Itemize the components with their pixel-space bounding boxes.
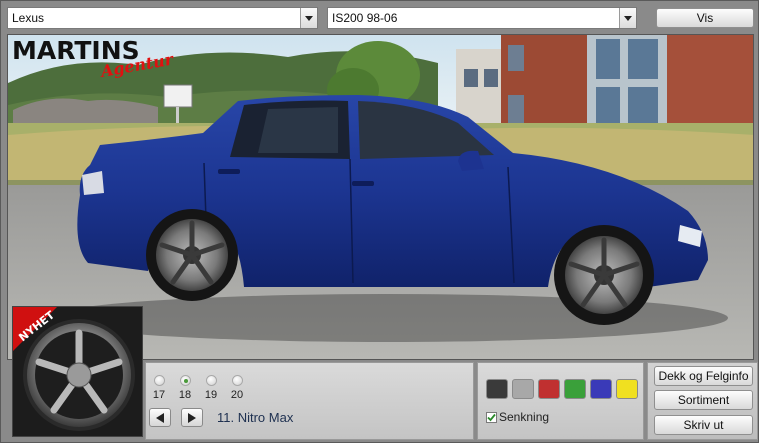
make-select-value: Lexus (12, 11, 45, 25)
lowering-label: Senkning (499, 410, 550, 424)
size-option-19[interactable]: 19 (199, 375, 223, 401)
size-label: 18 (178, 389, 192, 401)
radio-icon[interactable] (205, 375, 217, 386)
chevron-down-icon[interactable] (300, 8, 317, 28)
wheel-thumbnail[interactable]: NYHET (12, 306, 143, 437)
previous-wheel-button[interactable] (149, 408, 171, 427)
model-select[interactable]: IS200 98-06 (327, 7, 637, 29)
make-select[interactable]: Lexus (7, 7, 318, 29)
show-button[interactable]: Vis (656, 8, 754, 28)
size-option-20[interactable]: 20 (225, 375, 249, 401)
size-label: 20 (230, 389, 244, 401)
radio-icon[interactable] (153, 375, 165, 386)
checkbox-box[interactable] (486, 411, 497, 423)
size-label: 19 (204, 389, 218, 401)
color-swatch-blue[interactable] (590, 379, 612, 399)
model-select-value: IS200 98-06 (332, 11, 398, 25)
lowering-checkbox[interactable]: Senkning (486, 410, 549, 424)
size-option-18[interactable]: 18 (173, 375, 197, 401)
next-wheel-button[interactable] (181, 408, 203, 427)
color-panel: Senkning (477, 362, 644, 440)
color-swatch-yellow[interactable] (616, 379, 638, 399)
color-swatch-green[interactable] (564, 379, 586, 399)
color-swatch-red[interactable] (538, 379, 560, 399)
chevron-down-icon[interactable] (619, 8, 636, 28)
wheel-name: 11. Nitro Max (217, 410, 294, 425)
radio-icon[interactable] (231, 375, 243, 386)
triangle-right-icon (188, 412, 196, 423)
radio-selected-icon[interactable] (179, 375, 191, 386)
color-swatch-black[interactable] (486, 379, 508, 399)
assortment-button[interactable]: Sortiment (654, 390, 753, 410)
size-label: 17 (152, 389, 166, 401)
color-swatch-grey[interactable] (512, 379, 534, 399)
size-option-17[interactable]: 17 (147, 375, 171, 401)
wheel-configurator-app: Lexus IS200 98-06 Vis MARTINS Agentur NY… (0, 0, 759, 443)
wheel-size-panel: 17 18 19 20 11. Nitro Max (145, 362, 474, 440)
action-buttons-panel: Dekk og Felginfo Sortiment Skriv ut (647, 362, 758, 440)
triangle-left-icon (156, 412, 164, 423)
print-button[interactable]: Skriv ut (654, 415, 753, 435)
check-icon (487, 413, 496, 421)
tire-rim-info-button[interactable]: Dekk og Felginfo (654, 366, 753, 386)
